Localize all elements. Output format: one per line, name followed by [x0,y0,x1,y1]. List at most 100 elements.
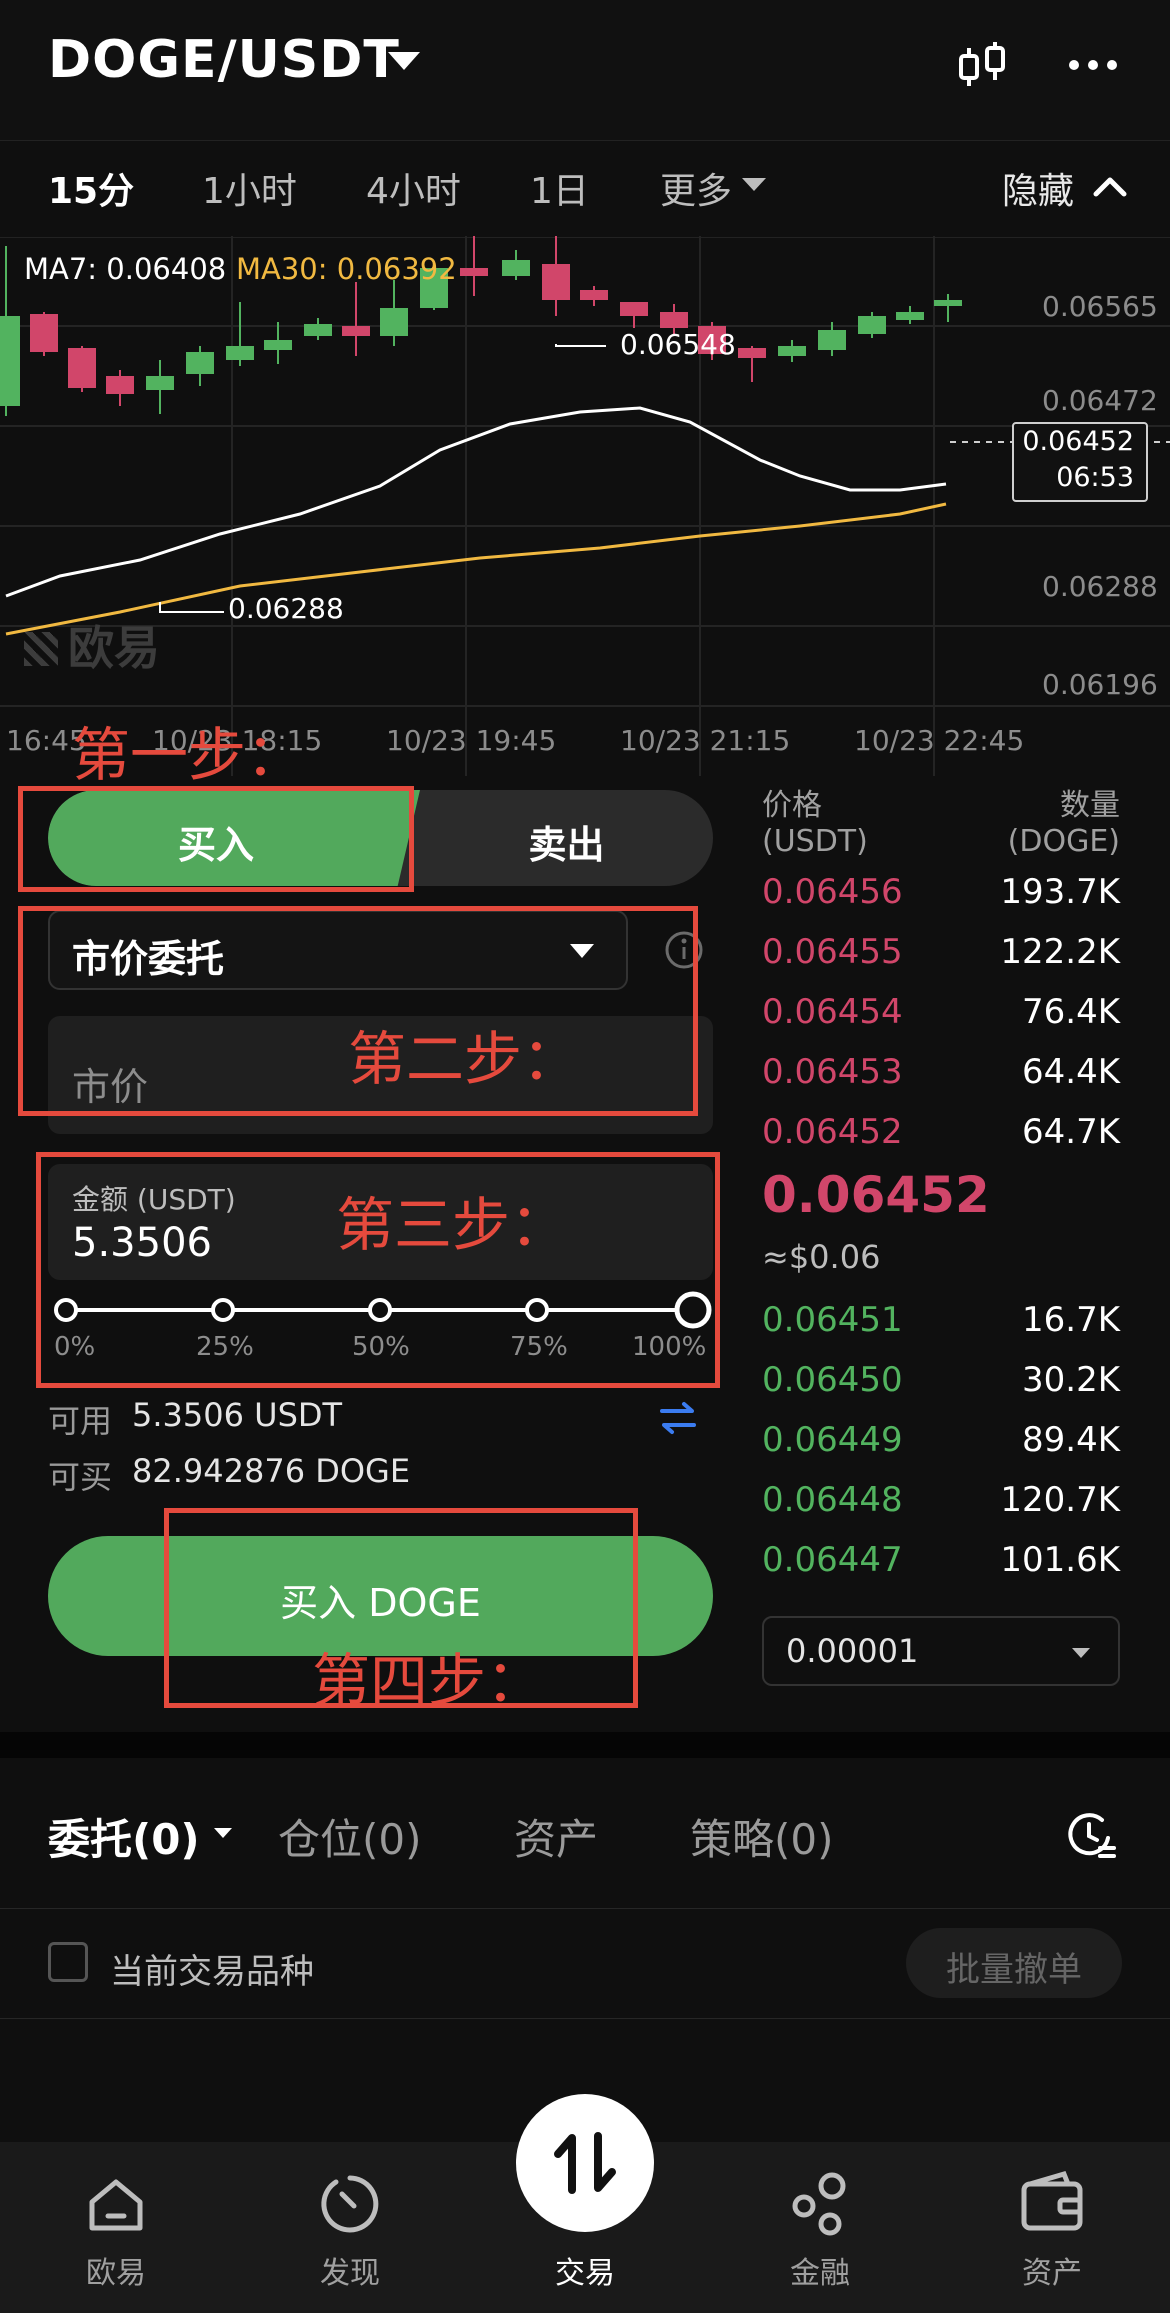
timeframe-more[interactable]: 更多 [660,162,732,214]
candle-body [896,312,924,320]
candle [380,280,408,346]
step3-label: 第三步： [336,1191,569,1259]
bid-qty: 89.4K [1022,1420,1120,1460]
nav-trade[interactable]: 交易 [505,2248,665,2292]
tab-strategies[interactable]: 策略(0) [690,1806,834,1867]
candle-body [106,376,134,394]
last-price-usd: ≈$0.06 [762,1238,881,1276]
tab-orders[interactable]: 委托(0) [48,1806,200,1867]
candle [226,302,254,366]
precision-select[interactable]: 0.00001 [762,1616,1120,1686]
step1-box [18,786,414,892]
candle-body [264,340,292,350]
pair-title[interactable]: DOGE/USDT [48,30,400,90]
y-tick: 0.06565 [1042,290,1158,323]
step4-label: 第四步： [312,1647,545,1715]
ask-price[interactable]: 0.06453 [762,1052,903,1092]
wallet-icon[interactable] [1016,2168,1088,2240]
trade-swap-icon[interactable] [546,2124,624,2202]
nav-discover[interactable]: 发现 [270,2248,430,2292]
bid-qty: 16.7K [1022,1300,1120,1340]
bid-price[interactable]: 0.06450 [762,1360,903,1400]
nav-assets[interactable]: 资产 [972,2248,1132,2292]
candle-body [818,330,846,350]
more-icon[interactable] [1068,58,1118,72]
precision-value: 0.00001 [786,1632,919,1670]
candle [818,322,846,356]
candle-body [620,302,648,316]
bid-price[interactable]: 0.06449 [762,1420,903,1460]
candle [0,246,20,416]
candle [580,286,608,306]
candle-body [460,268,488,276]
x-tick: 10/23 19:45 [386,724,557,757]
transfer-icon[interactable] [658,1400,698,1436]
current-pair-label[interactable]: 当前交易品种 [110,1944,314,1993]
last-price[interactable]: 0.06452 [762,1166,990,1224]
bid-price[interactable]: 0.06451 [762,1300,903,1340]
candle [304,318,332,340]
candlestick-icon[interactable] [955,38,1011,94]
ask-price[interactable]: 0.06456 [762,872,903,912]
candle-body [304,324,332,336]
candle [342,282,370,356]
ask-price[interactable]: 0.06455 [762,932,903,972]
ask-price[interactable]: 0.06452 [762,1112,903,1152]
finance-icon[interactable] [784,2168,856,2240]
ask-qty: 122.2K [1000,932,1120,972]
candlestick-chart[interactable] [0,236,1170,776]
ask-price[interactable]: 0.06454 [762,992,903,1032]
candle [778,340,806,362]
y-tick: 0.06196 [1042,668,1158,701]
divider [0,1908,1170,1909]
step2-label: 第二步： [348,1025,581,1093]
candle-body [380,308,408,336]
order-history-icon[interactable] [1064,1808,1118,1862]
chevron-up-icon[interactable] [1090,170,1130,200]
section-divider [0,1732,1170,1758]
sell-tab[interactable]: 卖出 [420,814,713,869]
hide-chart-button[interactable]: 隐藏 [1002,162,1074,214]
candle [264,322,292,364]
candle [620,302,648,328]
bid-price[interactable]: 0.06448 [762,1480,903,1520]
timeframe-1d[interactable]: 1日 [530,162,589,214]
chevron-down-icon [742,178,766,191]
candle-body [0,316,20,406]
cancel-all-label: 批量撤单 [946,1950,1082,1990]
tab-positions[interactable]: 仓位(0) [278,1806,422,1867]
bid-qty: 30.2K [1022,1360,1120,1400]
tab-assets[interactable]: 资产 [514,1806,598,1867]
candle [30,312,58,356]
candle-body [580,290,608,300]
okx-watermark: 欧易 [24,612,160,678]
candle-body [660,312,688,328]
home-icon[interactable] [80,2168,152,2240]
cancel-all-button[interactable]: 批量撤单 [906,1928,1122,1998]
ask-qty: 193.7K [1000,872,1120,912]
bid-price[interactable]: 0.06447 [762,1540,903,1580]
candle [502,250,530,280]
y-tick: 0.06288 [1042,570,1158,603]
bid-qty: 101.6K [1000,1540,1120,1580]
discover-icon[interactable] [314,2168,386,2240]
candle [934,294,962,322]
high-marker-line [555,344,606,347]
timeframe-4h[interactable]: 4小时 [366,162,461,214]
step1-label: 第一步： [72,721,305,789]
candle-body [738,348,766,358]
nav-home[interactable]: 欧易 [36,2248,196,2292]
nav-finance[interactable]: 金融 [740,2248,900,2292]
candle-body [146,376,174,390]
candle-body [342,326,370,336]
current-pair-checkbox[interactable] [48,1942,88,1982]
pair-dropdown-icon[interactable] [388,52,420,70]
chevron-down-icon[interactable] [214,1828,232,1838]
available-label: 可用 [48,1402,113,1440]
bid-qty: 120.7K [1000,1480,1120,1520]
timeframe-15m[interactable]: 15分 [48,162,134,214]
orderbook-qty-header: 数量 (DOGE) [1007,788,1120,859]
timeframe-1h[interactable]: 1小时 [202,162,297,214]
candle [186,346,214,386]
candle [896,306,924,324]
